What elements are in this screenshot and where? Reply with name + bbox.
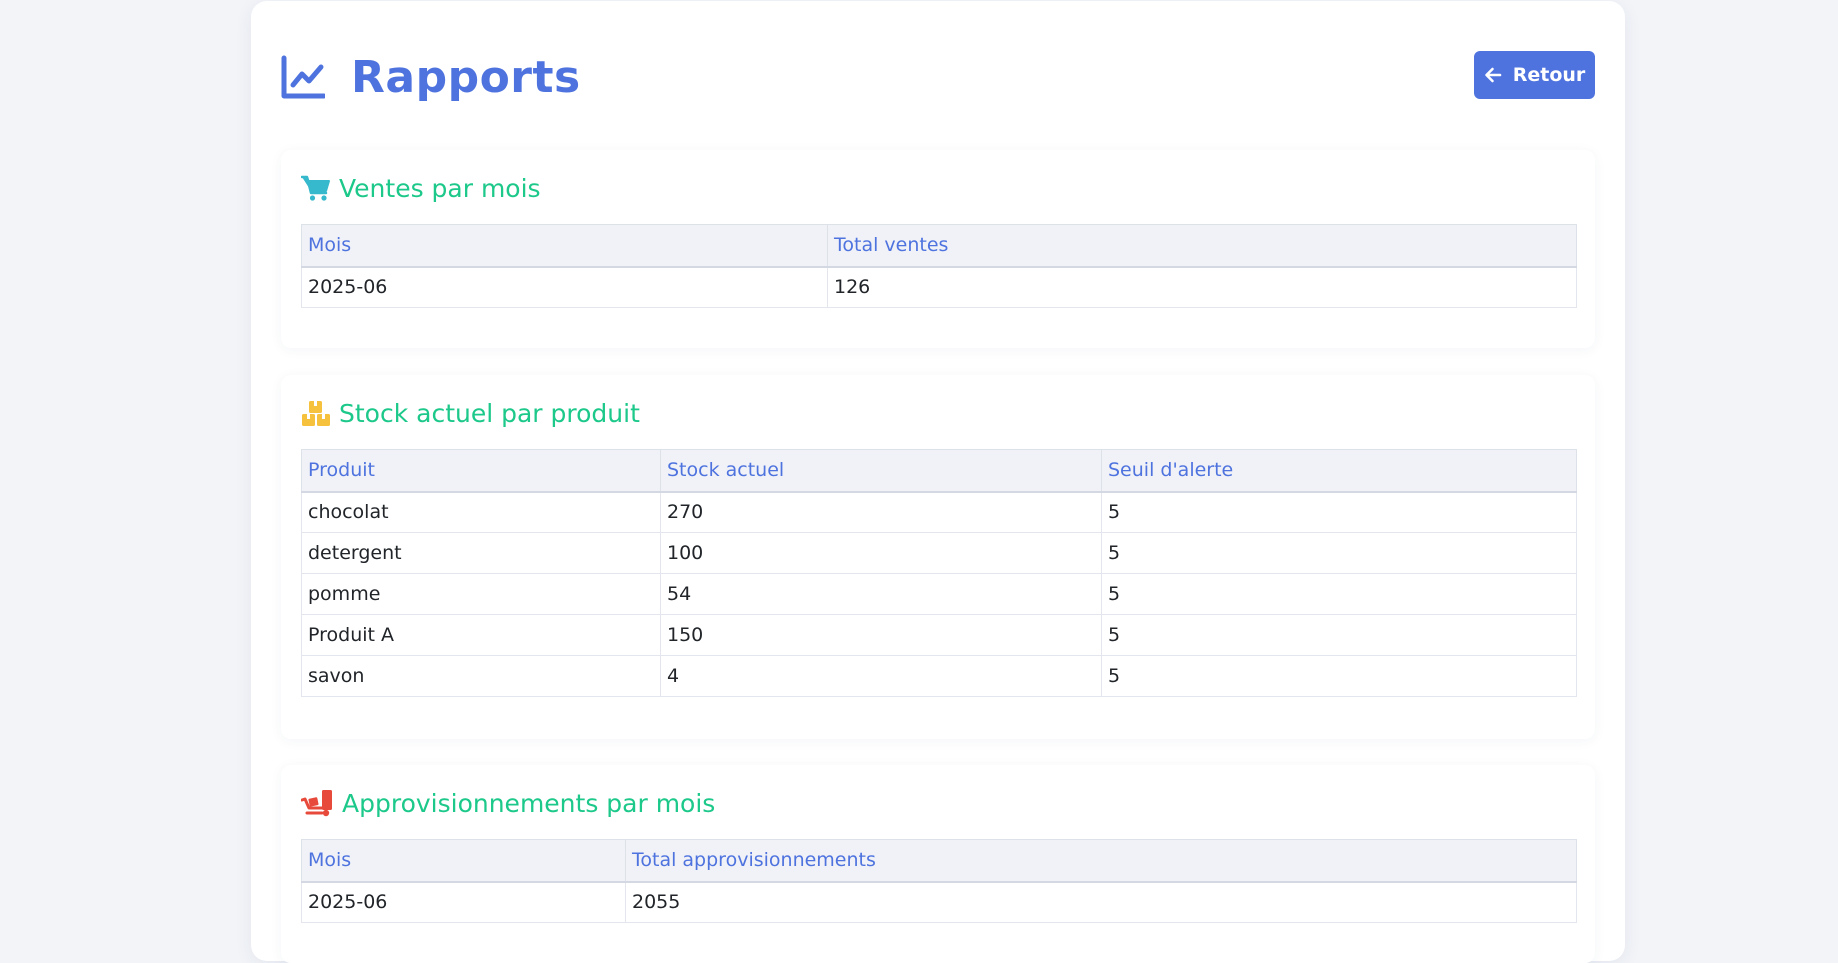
table-cell: 150 xyxy=(660,614,1102,656)
table-cell: 5 xyxy=(1101,532,1577,574)
line-chart-icon xyxy=(281,55,325,99)
boxes-icon xyxy=(302,401,330,426)
table-row: detergent 100 5 xyxy=(301,532,1577,574)
table-row: 2025-06 2055 xyxy=(301,881,1577,923)
table-row: Produit A 150 5 xyxy=(301,614,1577,656)
table-cell: 5 xyxy=(1101,655,1577,697)
table-row: pomme 54 5 xyxy=(301,573,1577,615)
col-header-seuil-alerte: Seuil d'alerte xyxy=(1101,449,1577,493)
stock-header-row: Produit Stock actuel Seuil d'alerte xyxy=(301,449,1577,493)
table-cell: pomme xyxy=(301,573,661,615)
stock-table: Produit Stock actuel Seuil d'alerte choc… xyxy=(301,449,1577,697)
arrow-left-icon xyxy=(1484,67,1502,83)
table-cell: 5 xyxy=(1101,614,1577,656)
sales-table: Mois Total ventes 2025-06 126 xyxy=(301,224,1577,308)
col-header-total-approvisionnements: Total approvisionnements xyxy=(625,839,1577,883)
table-row: savon 4 5 xyxy=(301,655,1577,697)
title-wrap: Rapports xyxy=(281,51,581,103)
sales-title: Ventes par mois xyxy=(339,173,541,203)
back-button-label: Retour xyxy=(1512,64,1586,86)
supply-table: Mois Total approvisionnements 2025-06 20… xyxy=(301,839,1577,923)
supply-section-title: Approvisionnements par mois xyxy=(301,783,715,823)
truck-loading-icon xyxy=(301,790,332,817)
sales-section: Ventes par mois Mois Total ventes 2025-0… xyxy=(281,150,1595,348)
sales-section-title: Ventes par mois xyxy=(301,168,541,208)
table-cell: 100 xyxy=(660,532,1102,574)
table-cell: 5 xyxy=(1101,491,1577,533)
table-cell: 2025-06 xyxy=(301,881,626,923)
shopping-cart-icon xyxy=(301,175,330,201)
reports-card: Rapports Retour Ventes par mois Mois Tot… xyxy=(251,1,1625,963)
page-header: Rapports Retour xyxy=(281,49,1595,105)
sales-header-row: Mois Total ventes xyxy=(301,224,1577,268)
table-row: chocolat 270 5 xyxy=(301,491,1577,533)
supply-title: Approvisionnements par mois xyxy=(342,788,716,818)
table-cell: 5 xyxy=(1101,573,1577,615)
table-cell: 270 xyxy=(660,491,1102,533)
col-header-mois: Mois xyxy=(301,839,626,883)
back-button[interactable]: Retour xyxy=(1474,51,1595,99)
table-cell: 2055 xyxy=(625,881,1577,923)
table-cell: chocolat xyxy=(301,491,661,533)
supply-header-row: Mois Total approvisionnements xyxy=(301,839,1577,883)
col-header-total-ventes: Total ventes xyxy=(827,224,1577,268)
col-header-mois: Mois xyxy=(301,224,828,268)
stock-section: Stock actuel par produit Produit Stock a… xyxy=(281,375,1595,739)
stock-title: Stock actuel par produit xyxy=(339,398,640,428)
table-cell: savon xyxy=(301,655,661,697)
supply-section: Approvisionnements par mois Mois Total a… xyxy=(281,765,1595,963)
table-cell: 126 xyxy=(827,266,1577,308)
col-header-produit: Produit xyxy=(301,449,661,493)
table-cell: 54 xyxy=(660,573,1102,615)
page-title: Rapports xyxy=(351,51,581,103)
table-cell: 4 xyxy=(660,655,1102,697)
table-row: 2025-06 126 xyxy=(301,266,1577,308)
col-header-stock-actuel: Stock actuel xyxy=(660,449,1102,493)
table-cell: detergent xyxy=(301,532,661,574)
table-cell: Produit A xyxy=(301,614,661,656)
stock-section-title: Stock actuel par produit xyxy=(301,393,640,433)
table-cell: 2025-06 xyxy=(301,266,828,308)
